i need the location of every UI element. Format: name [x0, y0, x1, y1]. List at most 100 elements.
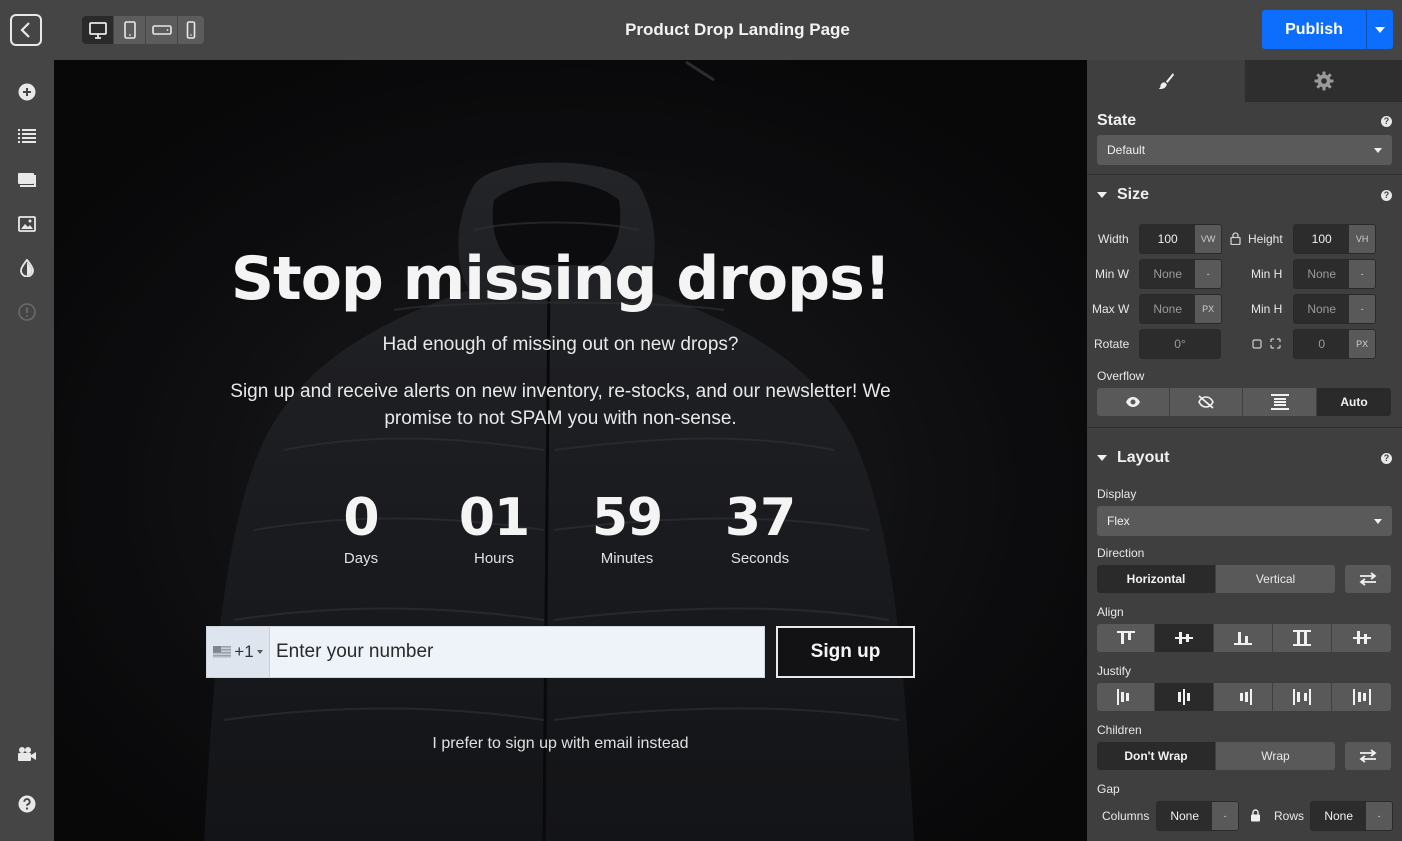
tab-settings[interactable] — [1245, 60, 1402, 102]
countdown-seconds: 37 Seconds — [690, 488, 830, 567]
max-width-input[interactable]: None — [1140, 295, 1196, 323]
min-height-field: None - — [1293, 259, 1376, 289]
justify-space-around-button[interactable] — [1332, 683, 1391, 711]
countdown-hours-label: Hours — [473, 550, 514, 567]
max-height-input[interactable]: None — [1294, 295, 1350, 323]
rotate-input[interactable]: 0° — [1140, 330, 1220, 358]
radius-all-icon[interactable] — [1252, 339, 1262, 349]
video-button[interactable] — [17, 744, 37, 764]
overflow-hidden-button[interactable] — [1170, 388, 1243, 416]
align-end-button[interactable] — [1214, 624, 1273, 652]
justify-space-between-button[interactable] — [1273, 683, 1332, 711]
gear-icon — [1314, 71, 1333, 91]
phone-number-input[interactable] — [270, 627, 764, 677]
collapse-triangle-icon — [1097, 454, 1107, 461]
align-stretch-button[interactable] — [1273, 624, 1332, 652]
gap-columns-unit-select[interactable]: - — [1212, 802, 1238, 830]
overflow-visible-button[interactable] — [1097, 388, 1170, 416]
pages-button[interactable] — [17, 170, 37, 190]
wrap-button[interactable]: Wrap — [1216, 742, 1335, 770]
countdown-hours: 01 Hours — [424, 488, 564, 567]
chevron-down-icon — [1374, 148, 1382, 153]
min-height-input[interactable]: None — [1294, 260, 1350, 288]
theme-icon — [20, 259, 34, 277]
justify-start-button[interactable] — [1097, 683, 1155, 711]
align-baseline-button[interactable] — [1332, 624, 1391, 652]
device-desktop-button[interactable] — [82, 16, 114, 44]
layers-button[interactable] — [17, 126, 37, 146]
countdown-seconds-label: Seconds — [730, 550, 790, 567]
direction-vertical-button[interactable]: Vertical — [1216, 565, 1335, 593]
max-height-unit-select[interactable]: - — [1349, 295, 1375, 323]
publish-button[interactable]: Publish — [1262, 10, 1366, 49]
min-height-unit-select[interactable]: - — [1349, 260, 1375, 288]
state-select[interactable]: Default — [1097, 135, 1392, 165]
chevron-down-icon — [1374, 519, 1382, 524]
gap-rows-field: None - — [1310, 801, 1393, 831]
country-code-value: +1 — [234, 642, 254, 661]
layout-section-header[interactable]: Layout — [1097, 449, 1169, 467]
lock-icon[interactable] — [1250, 809, 1261, 822]
overflow-scroll-button[interactable] — [1243, 388, 1317, 416]
caret-down-icon — [256, 650, 263, 654]
swap-arrows-icon — [1359, 572, 1377, 586]
max-width-unit-select[interactable]: PX — [1195, 295, 1221, 323]
email-signup-link[interactable]: I prefer to sign up with email instead — [54, 735, 1067, 753]
countdown-minutes-value: 59 — [591, 488, 663, 548]
tablet-landscape-icon — [151, 25, 172, 35]
align-baseline-icon — [1352, 631, 1371, 644]
width-unit-select[interactable]: VW — [1195, 225, 1221, 253]
size-help-icon[interactable]: ? — [1381, 190, 1392, 201]
countdown-hours-value: 01 — [458, 488, 530, 548]
lock-icon[interactable] — [1230, 232, 1241, 245]
theme-button[interactable] — [17, 258, 37, 278]
state-help-icon[interactable]: ? — [1381, 116, 1392, 127]
publish-options-button[interactable] — [1366, 10, 1393, 49]
country-code-select[interactable]: +1 — [207, 627, 270, 677]
add-element-button[interactable] — [17, 82, 37, 102]
help-button[interactable] — [17, 794, 37, 814]
overflow-label: Overflow — [1097, 369, 1145, 383]
countdown-days-value: 0 — [343, 488, 379, 548]
align-start-button[interactable] — [1097, 624, 1155, 652]
reverse-wrap-button[interactable] — [1345, 742, 1391, 770]
min-height-label: Min H — [1251, 267, 1283, 281]
no-wrap-button[interactable]: Don't Wrap — [1097, 742, 1216, 770]
height-input[interactable]: 100 — [1294, 225, 1350, 253]
layout-help-icon[interactable]: ? — [1381, 453, 1392, 464]
device-tablet-landscape-button[interactable] — [146, 16, 178, 44]
signup-button[interactable]: Sign up — [776, 626, 915, 678]
back-button[interactable] — [10, 14, 42, 46]
display-label: Display — [1097, 487, 1137, 501]
width-input[interactable]: 100 — [1140, 225, 1196, 253]
min-width-input[interactable]: None — [1140, 260, 1196, 288]
gap-rows-input[interactable]: None — [1311, 802, 1367, 830]
min-width-unit-select[interactable]: - — [1195, 260, 1221, 288]
info-button[interactable] — [17, 302, 37, 322]
chevron-left-icon — [20, 22, 30, 38]
size-section-header[interactable]: Size — [1097, 186, 1149, 204]
justify-space-around-icon — [1352, 689, 1371, 705]
gap-rows-unit-select[interactable]: - — [1366, 802, 1392, 830]
direction-horizontal-button[interactable]: Horizontal — [1097, 565, 1216, 593]
device-tablet-button[interactable] — [114, 16, 146, 44]
justify-end-icon — [1240, 689, 1252, 705]
justify-center-button[interactable] — [1155, 683, 1214, 711]
display-select-value: Flex — [1107, 514, 1130, 528]
overflow-auto-button[interactable]: Auto — [1317, 388, 1391, 416]
radius-unit-select[interactable]: PX — [1349, 330, 1375, 358]
display-select[interactable]: Flex — [1097, 506, 1392, 536]
page-canvas[interactable]: Stop missing drops! Had enough of missin… — [54, 60, 1087, 841]
tab-style[interactable] — [1087, 60, 1245, 102]
align-center-icon — [1175, 632, 1193, 644]
align-center-button[interactable] — [1155, 624, 1214, 652]
radius-input[interactable]: 0 — [1294, 330, 1350, 358]
justify-end-button[interactable] — [1214, 683, 1273, 711]
max-width-field: None PX — [1139, 294, 1222, 324]
device-mobile-button[interactable] — [178, 16, 204, 44]
height-unit-select[interactable]: VH — [1349, 225, 1375, 253]
radius-individual-icon[interactable] — [1270, 338, 1281, 349]
gap-columns-input[interactable]: None — [1157, 802, 1213, 830]
media-button[interactable] — [17, 214, 37, 234]
reverse-direction-button[interactable] — [1345, 565, 1391, 593]
